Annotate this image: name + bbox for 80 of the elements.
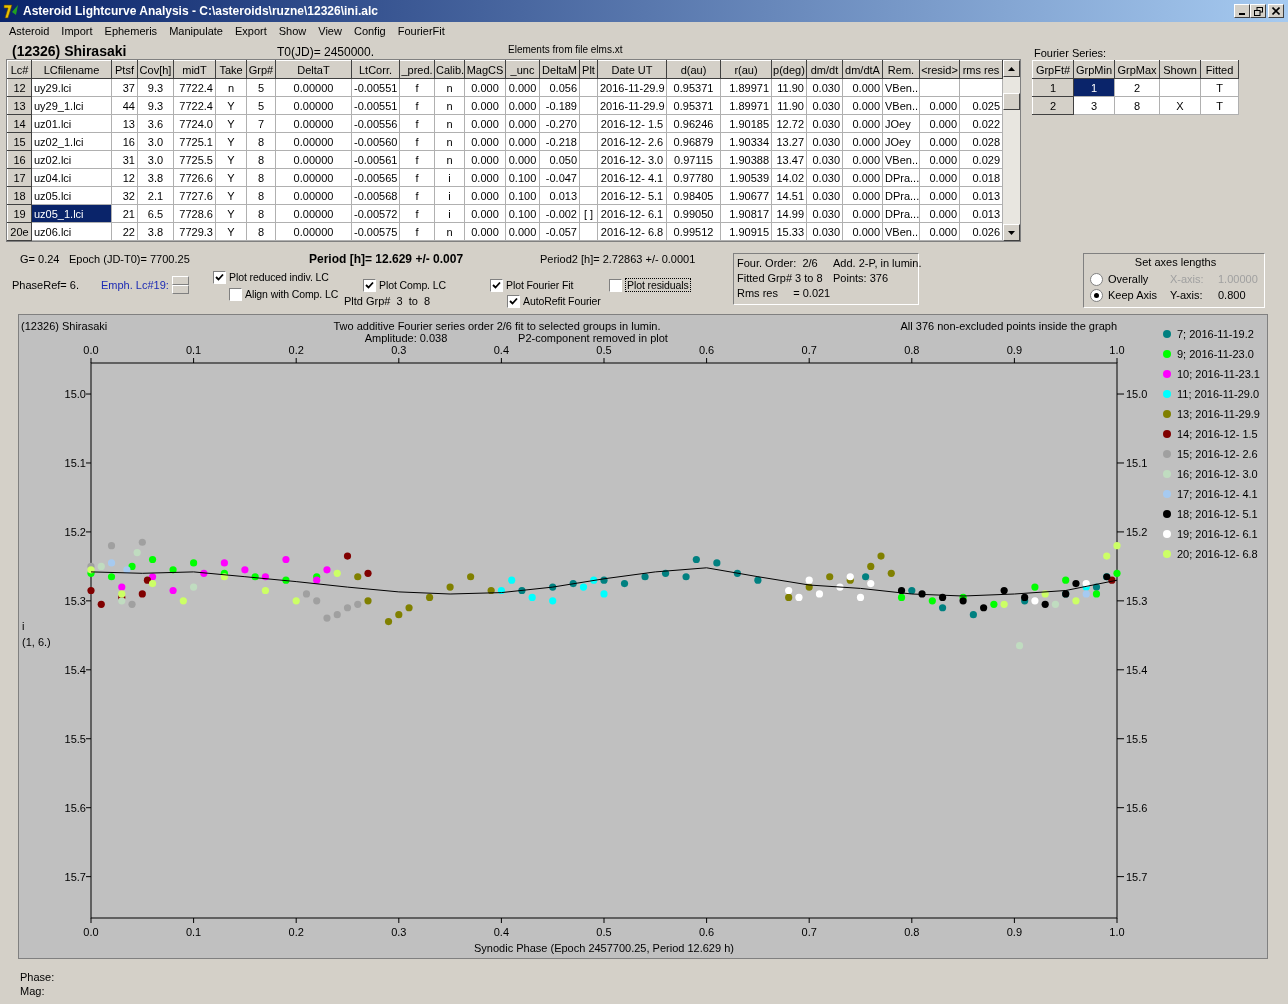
tick-label: 15.1 <box>64 456 86 469</box>
window-title: Asteroid Lightcurve Analysis - C:\asteroids\ruzne\12326\ini.alc <box>23 4 379 18</box>
tick-label: 0.8 <box>904 926 920 938</box>
fit-info-text: Fitted Grp# 3 to 8 <box>737 272 824 286</box>
tick-label: 0.2 <box>288 926 304 938</box>
legend-label: 17; 2016-12- 4.1 <box>1177 488 1258 500</box>
tick-label: 0.7 <box>801 926 817 938</box>
tick-label: 15.4 <box>1126 663 1148 676</box>
tick-label: 15.3 <box>64 594 86 607</box>
epoch-label: Epoch (JD-T0)= 7700.25 <box>69 253 191 265</box>
tick-label: 0.5 <box>596 344 612 356</box>
phase-label: Phase: <box>20 971 56 983</box>
object-name: (12326) Shirasaki <box>21 320 108 332</box>
tick-label: 15.2 <box>1126 525 1148 538</box>
tick-label: 15.0 <box>1126 388 1148 400</box>
tick-label: 0.0 <box>83 926 99 938</box>
tick-label: 0.7 <box>801 344 817 356</box>
fit-info-text: Points: 376 <box>833 272 890 286</box>
tick-label: 0.4 <box>493 344 510 356</box>
legend-label: 9; 2016-11-23.0 <box>1177 348 1254 360</box>
tick-label: 15.6 <box>1126 801 1148 814</box>
tick-label: 0.4 <box>493 926 510 938</box>
tick-label: 0.2 <box>288 344 304 356</box>
legend-label: 20; 2016-12- 6.8 <box>1177 548 1258 560</box>
tick-label: 0.6 <box>698 926 715 938</box>
y-axis-label: i <box>22 620 25 632</box>
tick-label: 0.0 <box>83 344 99 356</box>
amplitude-label: Amplitude: 0.038 <box>364 332 448 344</box>
asteroid-name: (12326) Shirasaki <box>12 43 128 59</box>
axis-value: 0.800 <box>1218 289 1247 301</box>
elements-label: Elements from file elms.xt <box>508 44 623 55</box>
legend-label: 18; 2016-12- 5.1 <box>1177 508 1258 520</box>
tick-label: 0.1 <box>185 344 202 356</box>
tick-label: 0.3 <box>391 926 407 938</box>
legend-label: 11; 2016-11-29.0 <box>1177 388 1260 400</box>
period2-label: Period2 [h]= 2.72863 +/- 0.0001 <box>540 253 696 265</box>
chart-title: Two additive Fourier series order 2/6 fit to selected groups in lumin. <box>333 320 661 332</box>
tick-label: 15.7 <box>64 870 86 883</box>
tick-label: 15.5 <box>1126 732 1148 745</box>
tick-label: 0.1 <box>185 926 202 938</box>
tick-label: 15.5 <box>64 732 86 745</box>
tick-label: 0.8 <box>904 344 920 356</box>
tick-label: 15.6 <box>64 801 86 814</box>
tick-label: 15.1 <box>1126 456 1148 469</box>
legend-label: 15; 2016-12- 2.6 <box>1177 448 1258 460</box>
tick-label: 0.3 <box>391 344 407 356</box>
period-label: Period [h]= 12.629 +/- 0.007 <box>309 252 465 266</box>
points-note: All 376 non-excluded points inside the graph <box>900 320 1117 332</box>
y-axis-note: (1, 6.) <box>22 636 51 648</box>
legend-label: 10; 2016-11-23.1 <box>1177 368 1260 380</box>
tick-label: 1.0 <box>1109 344 1125 356</box>
legend-label: 7; 2016-11-19.2 <box>1177 328 1254 340</box>
group-title: Set axes lengths <box>1133 256 1218 270</box>
g-label: G= 0.24 <box>20 253 61 265</box>
p2-note: P2-component removed in plot <box>518 332 668 344</box>
tick-label: 15.0 <box>64 388 86 400</box>
tick-label: 15.2 <box>64 525 86 538</box>
fit-info-text: Add. 2-P, in lumin. <box>833 257 922 271</box>
fourier-label: Fourier Series: <box>1034 47 1108 60</box>
legend-label: 19; 2016-12- 6.1 <box>1177 528 1258 540</box>
plotted-groups-label: Pltd Grp# 3 to 8 <box>344 295 432 307</box>
axis-label: Y-axis: <box>1170 289 1204 301</box>
tick-label: 15.7 <box>1126 870 1148 883</box>
legend-label: 14; 2016-12- 1.5 <box>1177 428 1258 440</box>
tick-label: 0.5 <box>596 926 612 938</box>
tick-label: 0.9 <box>1006 926 1023 938</box>
x-axis-label: Synodic Phase (Epoch 2457700.25, Period 12.629 h) <box>474 942 734 954</box>
fit-info-text: Rms res = 0.021 <box>737 287 832 301</box>
legend-label: 13; 2016-11-29.9 <box>1177 408 1260 420</box>
tick-label: 15.3 <box>1126 594 1148 607</box>
t0-label: T0(JD)= 2450000. <box>277 45 376 59</box>
fit-info-text: Four. Order: 2/6 <box>737 257 819 271</box>
tick-label: 0.6 <box>698 344 715 356</box>
legend-label: 16; 2016-12- 3.0 <box>1177 468 1258 480</box>
mag-label: Mag: <box>20 985 46 997</box>
phase-ref-label: PhaseRef= 6. <box>12 279 80 293</box>
emph-label: Emph. Lc#19: <box>101 279 170 293</box>
tick-label: 1.0 <box>1109 926 1125 938</box>
tick-label: 0.9 <box>1006 344 1023 356</box>
tick-label: 15.4 <box>64 663 86 676</box>
